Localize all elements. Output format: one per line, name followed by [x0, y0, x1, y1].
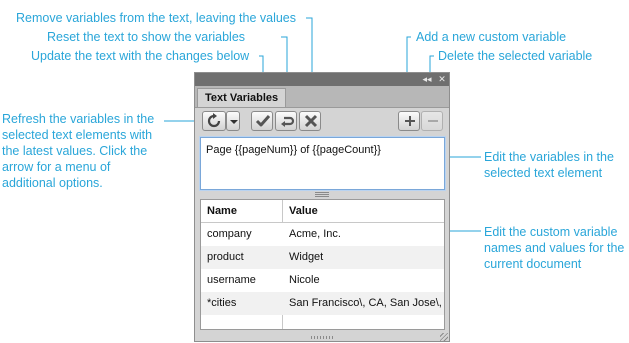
cell-value[interactable]: Acme, Inc.	[283, 223, 444, 246]
minus-icon	[428, 120, 438, 122]
text-variables-panel: ◂◂ ✕ Text Variables Page {{pageNum}} of …	[194, 72, 450, 342]
panel-titlebar: ◂◂ ✕	[195, 73, 449, 86]
collapse-icon[interactable]: ◂◂	[421, 74, 433, 84]
plus-icon	[405, 116, 415, 126]
splitter-grip[interactable]	[315, 192, 329, 197]
reset-arrow-icon	[281, 116, 295, 127]
cell-name[interactable]: company	[201, 223, 282, 246]
cell-name[interactable]: product	[201, 246, 282, 269]
cell-name[interactable]: username	[201, 269, 282, 292]
resize-grip[interactable]	[311, 336, 333, 339]
checkmark-icon	[255, 115, 271, 127]
table-row[interactable]: company Acme, Inc.	[201, 223, 444, 246]
update-text-button[interactable]	[251, 111, 273, 131]
header-name[interactable]: Name	[201, 200, 282, 222]
panel-bottom-bar	[195, 333, 449, 342]
remove-variables-button[interactable]	[299, 111, 321, 131]
cell-value[interactable]: Widget	[283, 246, 444, 269]
refresh-icon	[207, 113, 221, 128]
header-value[interactable]: Value	[283, 200, 439, 222]
delete-variable-button[interactable]	[421, 111, 443, 131]
tab-text-variables[interactable]: Text Variables	[197, 88, 287, 107]
chevron-down-icon	[230, 120, 238, 124]
cell-value[interactable]: Nicole	[283, 269, 444, 292]
reset-text-button[interactable]	[275, 111, 297, 131]
close-icon[interactable]: ✕	[436, 74, 448, 84]
cell-value[interactable]: San Francisco\, CA, San Jose\,	[283, 292, 444, 315]
x-icon	[304, 114, 318, 128]
table-row[interactable]: username Nicole	[201, 269, 444, 292]
refresh-button[interactable]	[202, 111, 226, 131]
tab-strip: Text Variables	[195, 86, 449, 108]
cell-name[interactable]: *cities	[201, 292, 282, 315]
table-header: Name Value	[201, 200, 444, 223]
refresh-menu-arrow[interactable]	[226, 111, 240, 131]
custom-variables-table: Name Value company Acme, Inc. product Wi…	[200, 199, 445, 330]
table-row[interactable]: product Widget	[201, 246, 444, 269]
resize-corner[interactable]	[440, 333, 448, 341]
toolbar	[195, 108, 449, 136]
variable-text-editor[interactable]: Page {{pageNum}} of {{pageCount}}	[200, 137, 445, 190]
table-row[interactable]: *cities San Francisco\, CA, San Jose\,	[201, 292, 444, 315]
add-variable-button[interactable]	[398, 111, 420, 131]
